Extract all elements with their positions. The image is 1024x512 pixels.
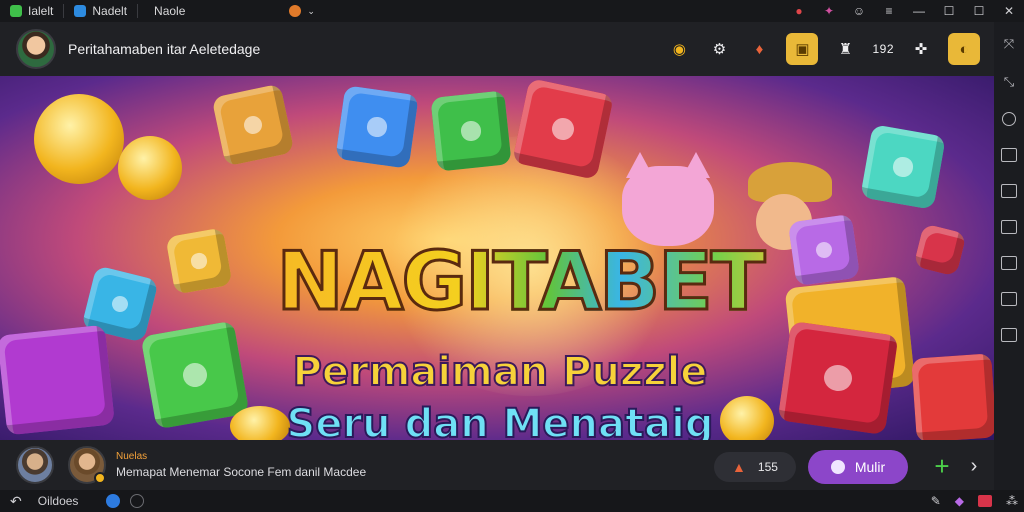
green-dice-large xyxy=(140,320,250,430)
taskbar: ↶ Oildoes ✎ ◆ ⁂ xyxy=(0,490,1024,512)
taskbar-label: Oildoes xyxy=(37,494,79,508)
tab-3-label: Naole xyxy=(154,4,186,18)
add-button[interactable]: + xyxy=(930,452,954,480)
tab-3[interactable]: Naole xyxy=(138,0,195,22)
banner-subtitle-1: Permaiman Puzzle xyxy=(292,349,709,395)
green-dice xyxy=(430,90,512,172)
notification-icon[interactable]: ● xyxy=(784,0,814,22)
chevron-right-icon[interactable]: › xyxy=(964,452,984,480)
right-sidebar: ⤧ ⤡ xyxy=(994,22,1024,490)
score-count: 192 xyxy=(872,42,894,56)
shrink-icon[interactable]: ⤡ xyxy=(1001,74,1017,90)
puzzle-icon[interactable]: ✦ xyxy=(814,0,844,22)
blue-app-icon xyxy=(74,5,87,17)
blue-dice xyxy=(335,85,419,169)
game-info: Nuelas Memapat Menemar Socone Fem danil … xyxy=(116,451,366,479)
header-toolbar: ◉ ⚙ ♦ ▣ ♜ 192 ✜ ◐ xyxy=(666,22,980,76)
info-label: Nuelas xyxy=(116,451,148,462)
restore-icon[interactable]: ☐ xyxy=(934,0,964,22)
gear-icon[interactable]: ⚙ xyxy=(706,36,732,62)
back-icon[interactable]: ↶ xyxy=(10,493,22,510)
coin-decoration xyxy=(720,396,774,440)
red-dice xyxy=(511,77,615,181)
tab-2-label: Nadelt xyxy=(92,4,128,18)
window-titlebar: Ialelt Nadelt Naole ⌄ ● ✦ ☺ ≡ — ☐ ☐ ✕ xyxy=(0,0,1024,22)
gift-box-icon[interactable]: ▣ xyxy=(786,33,819,65)
play-button[interactable]: Mulir xyxy=(808,450,908,484)
system-tray: ✎ ◆ ⁂ xyxy=(931,490,1018,512)
layout-icon[interactable] xyxy=(1001,184,1017,198)
timer-icon[interactable] xyxy=(1002,112,1016,126)
screen-icon[interactable] xyxy=(1001,328,1017,342)
expand-icon[interactable]: ⤧ xyxy=(1001,36,1017,52)
red-dice-small xyxy=(913,223,967,277)
pen-icon[interactable]: ✎ xyxy=(931,494,941,508)
tray-overflow-icon[interactable]: ⁂ xyxy=(1006,494,1018,508)
purple-app-icon[interactable]: ◆ xyxy=(955,494,964,508)
game-info-bar: Nuelas Memapat Menemar Socone Fem danil … xyxy=(0,440,994,490)
app-header: Peritahamaben itar Aeletedage ◉ ⚙ ♦ ▣ ♜ … xyxy=(0,22,994,76)
split-icon[interactable] xyxy=(1001,256,1017,270)
cat-mascot xyxy=(622,152,714,246)
likes-count: 155 xyxy=(757,460,778,474)
window-controls: ● ✦ ☺ ≡ — ☐ ☐ ✕ xyxy=(784,0,1024,22)
search-icon[interactable] xyxy=(130,494,145,508)
tab-1[interactable]: Ialelt xyxy=(0,0,63,22)
magenta-dice xyxy=(0,324,115,436)
maximize-icon[interactable]: ☐ xyxy=(964,0,994,22)
tile-icon[interactable] xyxy=(1001,292,1017,306)
wallet-icon[interactable]: ◐ xyxy=(948,33,980,65)
teal-dice xyxy=(860,124,946,210)
banner-title: NAGITABET xyxy=(240,240,800,323)
menu-icon[interactable]: ≡ xyxy=(874,0,904,22)
fire-icon[interactable]: ♦ xyxy=(746,36,772,62)
banner-subtitle-2: Seru dan Menataig xyxy=(286,401,715,440)
page-title: Peritahamaben itar Aeletedage xyxy=(68,41,261,57)
green-app-icon xyxy=(10,5,22,17)
close-icon[interactable]: ✕ xyxy=(994,0,1024,22)
tab-1-label: Ialelt xyxy=(28,4,54,18)
likes-counter[interactable]: ▲ 155 xyxy=(714,452,796,482)
extension-dropdown[interactable]: ⌄ xyxy=(279,0,325,22)
cheese-dice xyxy=(165,227,233,295)
orange-extension-icon xyxy=(289,5,302,17)
chevron-down-icon: ⌄ xyxy=(307,5,315,16)
window-icon[interactable] xyxy=(1001,220,1017,234)
coin-icon[interactable]: ◉ xyxy=(666,36,692,62)
user-avatar[interactable] xyxy=(16,29,56,69)
info-description: Memapat Menemar Socone Fem danil Macdee xyxy=(116,465,367,479)
red-dice-corner xyxy=(911,353,994,440)
flame-icon: ▲ xyxy=(732,459,746,475)
minimize-icon[interactable]: — xyxy=(904,0,934,22)
gamepad-icon[interactable]: ✜ xyxy=(908,36,934,62)
play-icon xyxy=(830,460,845,474)
red-dice-large xyxy=(777,320,899,436)
game-banner[interactable]: NAGITABET Permaiman Puzzle Seru dan Mena… xyxy=(0,76,994,440)
yellow-dice xyxy=(211,83,295,167)
coin-decoration xyxy=(118,136,182,200)
status-badge xyxy=(94,472,106,484)
player-avatar[interactable] xyxy=(16,446,54,484)
panel-icon[interactable] xyxy=(1001,148,1017,162)
trophy-icon[interactable]: ♜ xyxy=(832,36,858,62)
account-icon[interactable]: ☺ xyxy=(844,0,874,22)
play-button-label: Mulir xyxy=(854,459,886,475)
tab-2[interactable]: Nadelt xyxy=(64,0,137,22)
browser-icon[interactable] xyxy=(106,494,121,508)
friend-avatar[interactable] xyxy=(68,446,106,484)
red-app-icon[interactable] xyxy=(978,495,992,507)
coin-decoration xyxy=(34,94,124,184)
